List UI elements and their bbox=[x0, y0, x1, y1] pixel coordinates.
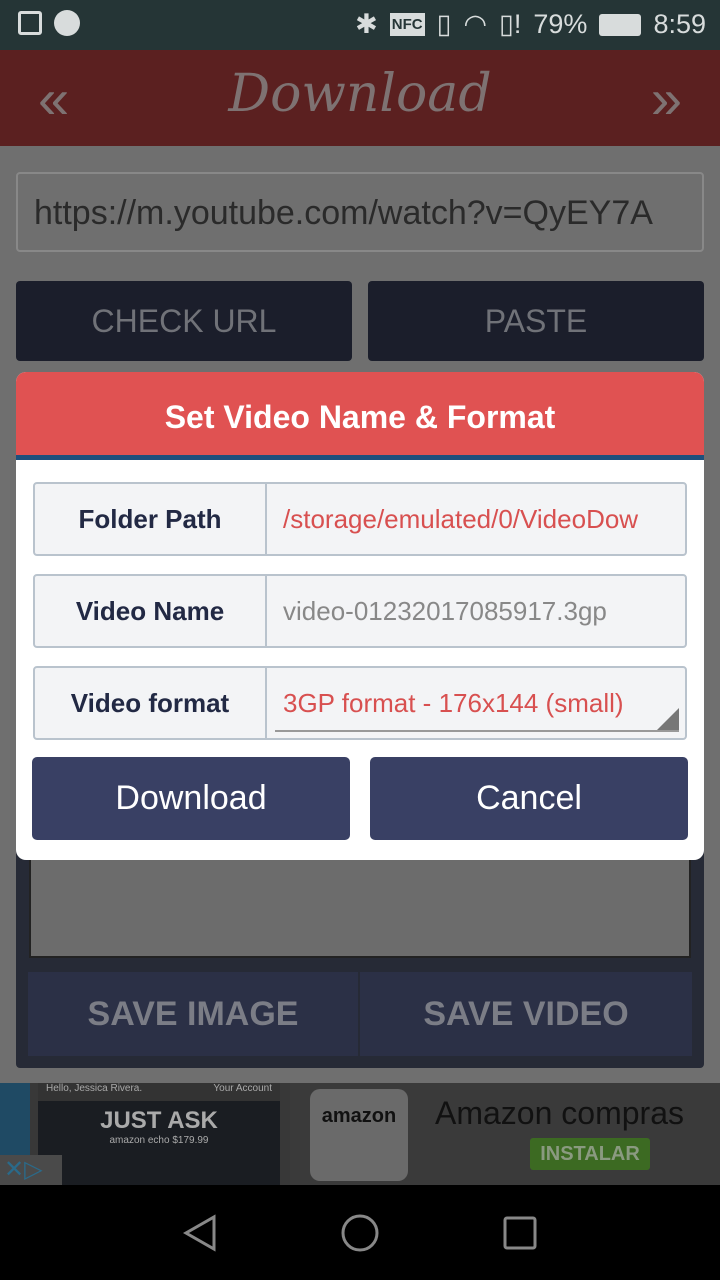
paste-button[interactable]: PASTE bbox=[368, 281, 704, 361]
app-bar: « Download » bbox=[0, 50, 720, 146]
folder-path-label: Folder Path bbox=[35, 484, 267, 554]
folder-path-input[interactable]: /storage/emulated/0/VideoDow bbox=[267, 484, 685, 554]
navigation-bar bbox=[0, 1185, 720, 1280]
wifi-icon: ◠ bbox=[463, 9, 488, 39]
status-bar: ✱ NFC ▯ ◠ ▯! 79% 8:59 bbox=[0, 0, 720, 50]
video-format-label: Video format bbox=[35, 668, 267, 738]
clock: 8:59 bbox=[653, 9, 706, 39]
battery-icon bbox=[599, 13, 642, 36]
amazon-app-icon: amazon bbox=[310, 1089, 408, 1181]
play-icon bbox=[54, 10, 80, 36]
video-name-label: Video Name bbox=[35, 576, 267, 646]
cancel-button[interactable]: Cancel bbox=[370, 757, 688, 840]
ad-banner[interactable]: Hello, Jessica Rivera. Your Account JUST … bbox=[0, 1083, 720, 1185]
video-name-input[interactable]: video-01232017085917.3gp bbox=[267, 576, 685, 646]
back-icon[interactable] bbox=[180, 1213, 220, 1253]
select-underline bbox=[275, 730, 679, 732]
vibrate-icon: ▯ bbox=[436, 9, 452, 39]
install-button[interactable]: INSTALAR bbox=[530, 1138, 650, 1170]
folder-path-row: Folder Path /storage/emulated/0/VideoDow bbox=[33, 482, 687, 556]
dropdown-triangle-icon bbox=[657, 708, 679, 730]
ad-image: Hello, Jessica Rivera. Your Account JUST … bbox=[38, 1083, 280, 1185]
save-video-button[interactable]: SAVE VIDEO bbox=[360, 972, 692, 1056]
video-format-select[interactable]: 3GP format - 176x144 (small) bbox=[267, 668, 685, 738]
ad-app-name: Amazon compras bbox=[435, 1095, 684, 1131]
format-dialog: Set Video Name & Format Folder Path /sto… bbox=[16, 372, 704, 860]
ad-choices-close-icon[interactable]: ✕▷ bbox=[0, 1155, 62, 1185]
video-name-row: Video Name video-01232017085917.3gp bbox=[33, 574, 687, 648]
save-image-button[interactable]: SAVE IMAGE bbox=[28, 972, 358, 1056]
url-input[interactable]: https://m.youtube.com/watch?v=QyEY7A bbox=[16, 172, 704, 252]
home-icon[interactable] bbox=[340, 1213, 380, 1253]
app-title: Download bbox=[228, 64, 492, 124]
bluetooth-icon: ✱ bbox=[355, 9, 378, 39]
next-button[interactable]: » bbox=[651, 66, 682, 131]
image-icon bbox=[18, 11, 42, 35]
check-url-button[interactable]: CHECK URL bbox=[16, 281, 352, 361]
video-format-value: 3GP format - 176x144 (small) bbox=[283, 687, 624, 718]
battery-percent: 79% bbox=[533, 9, 588, 39]
nfc-icon: NFC bbox=[389, 13, 425, 36]
dialog-title: Set Video Name & Format bbox=[16, 372, 704, 460]
sim-alert-icon: ▯! bbox=[499, 9, 522, 39]
download-button[interactable]: Download bbox=[32, 757, 350, 840]
video-format-row: Video format 3GP format - 176x144 (small… bbox=[33, 666, 687, 740]
recents-icon[interactable] bbox=[502, 1215, 538, 1251]
preview-area bbox=[29, 858, 691, 958]
